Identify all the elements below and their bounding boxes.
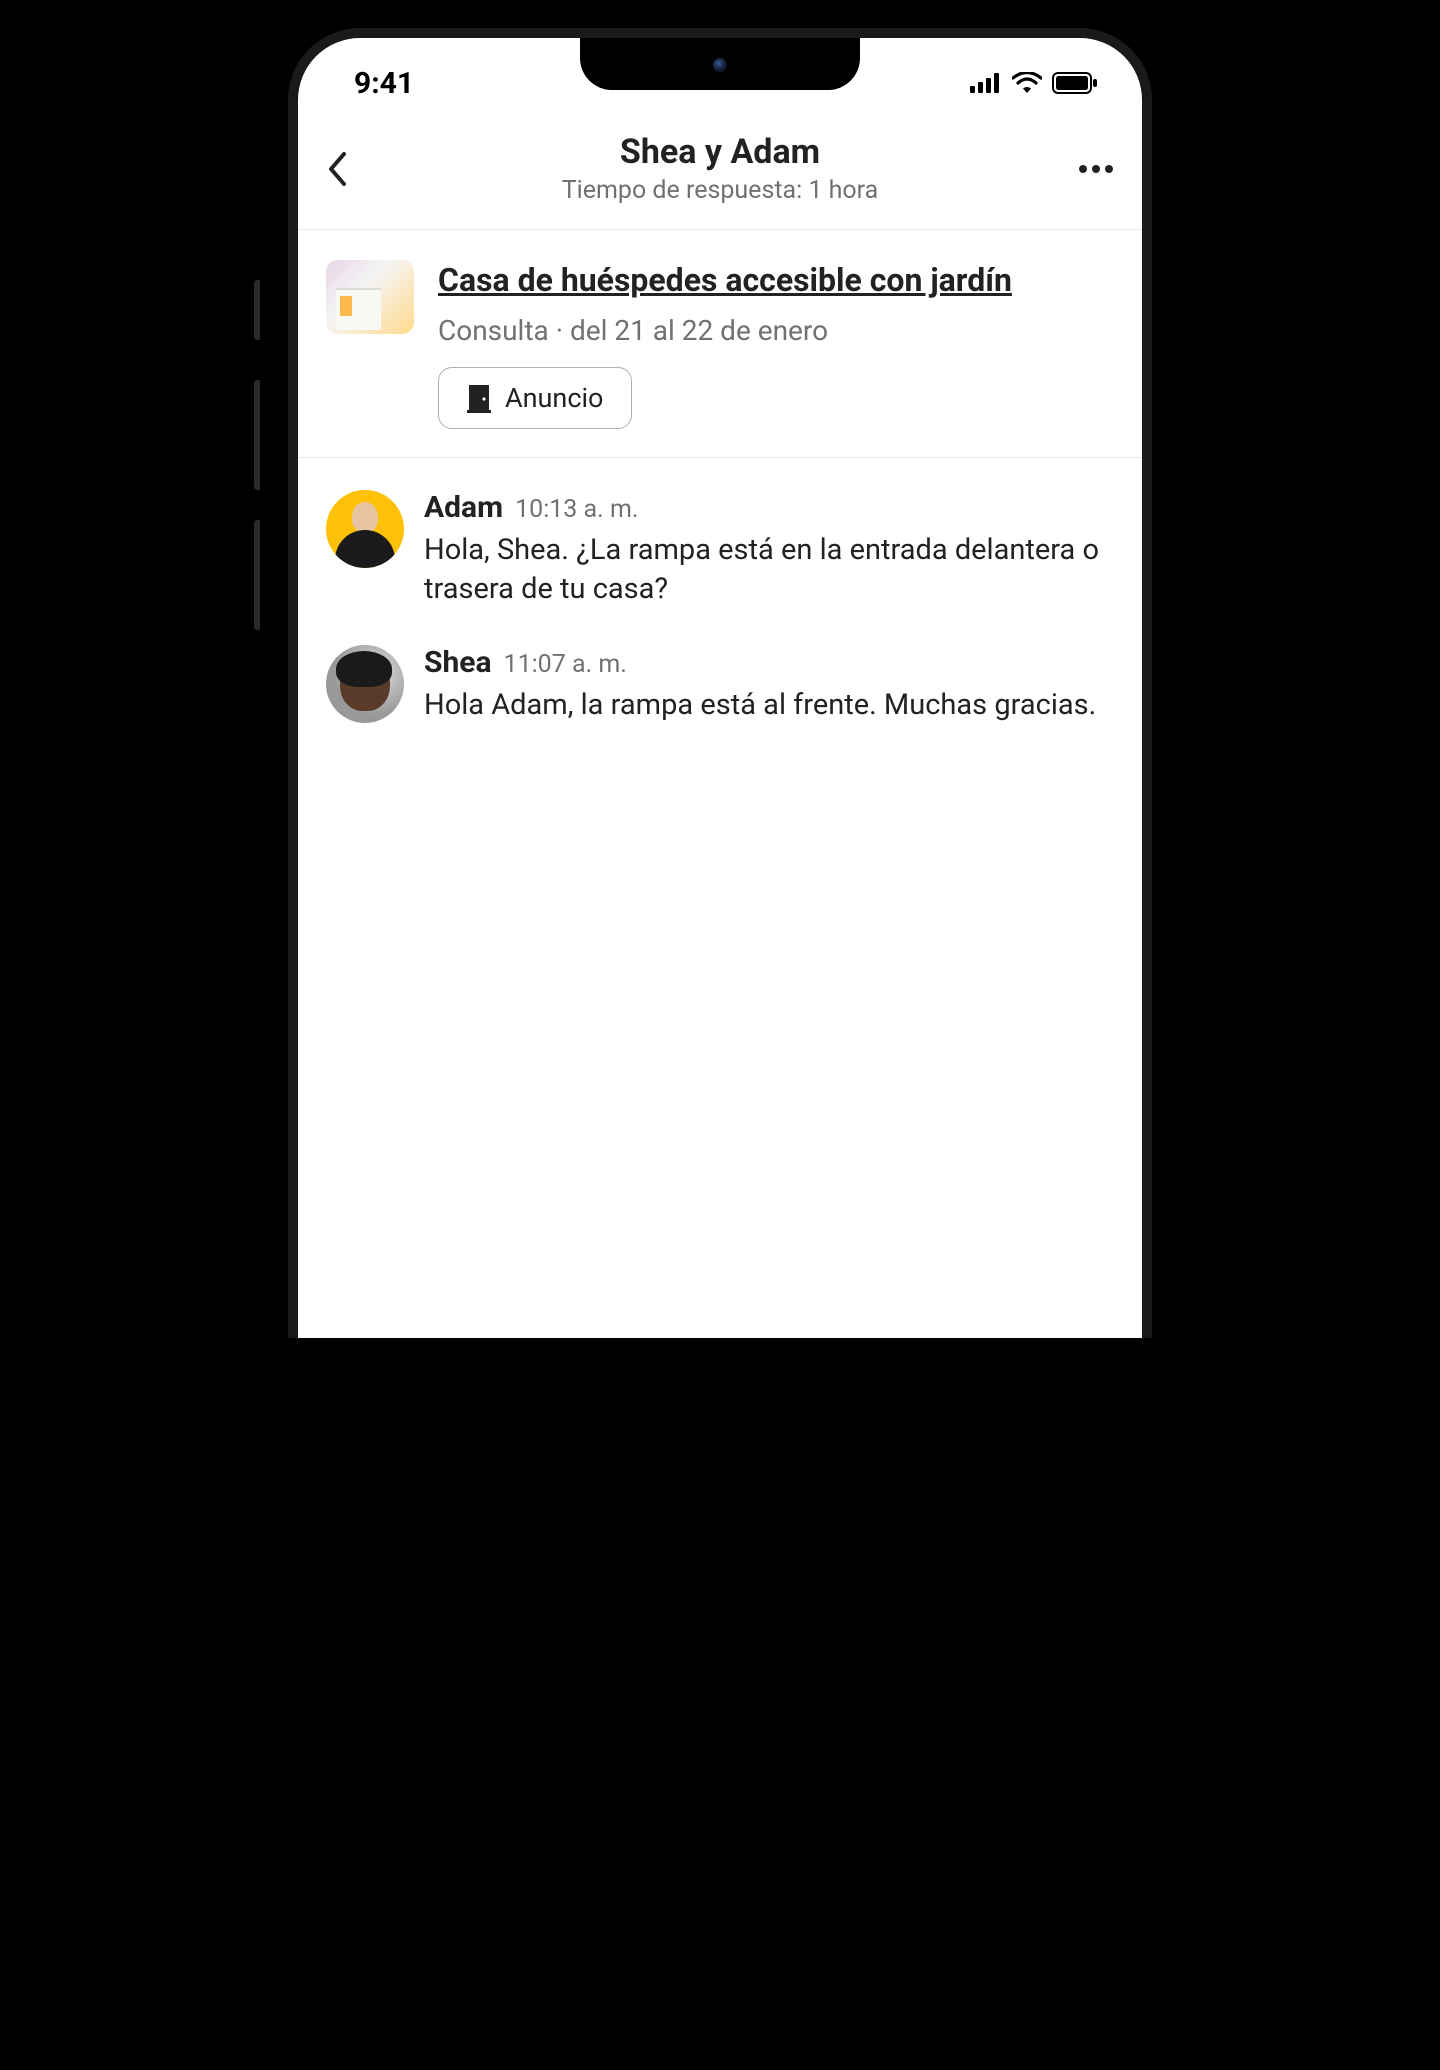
listing-meta: Consulta · del 21 al 22 de enero	[438, 314, 1114, 347]
message-text: Hola, Shea. ¿La rampa está en la entrada…	[424, 531, 1114, 609]
wifi-icon	[1012, 72, 1042, 94]
chevron-left-icon	[326, 151, 348, 187]
listing-thumbnail[interactable]	[326, 260, 414, 334]
message-item: Adam 10:13 a. m. Hola, Shea. ¿La rampa e…	[326, 490, 1114, 609]
phone-screen: 9:41	[298, 38, 1142, 1338]
conversation-header: Shea y Adam Tiempo de respuesta: 1 hora	[298, 116, 1142, 230]
more-horizontal-icon	[1078, 164, 1114, 174]
listing-title-link[interactable]: Casa de huéspedes accesible con jardín	[438, 260, 1114, 300]
message-item: Shea 11:07 a. m. Hola Adam, la rampa est…	[326, 645, 1114, 725]
phone-camera	[713, 58, 727, 72]
message-header: Shea 11:07 a. m.	[424, 645, 1114, 680]
phone-frame: 9:41	[260, 0, 1180, 1338]
phone-volume-up	[254, 380, 260, 490]
message-text: Hola Adam, la rampa está al frente. Much…	[424, 686, 1114, 725]
message-time: 10:13 a. m.	[515, 495, 638, 524]
message-time: 11:07 a. m.	[504, 650, 627, 679]
messages-list: Adam 10:13 a. m. Hola, Shea. ¿La rampa e…	[298, 458, 1142, 793]
status-time: 9:41	[354, 66, 414, 101]
listing-section: Casa de huéspedes accesible con jardín C…	[298, 230, 1142, 458]
cellular-icon	[970, 73, 1002, 93]
message-header: Adam 10:13 a. m.	[424, 490, 1114, 525]
header-subtitle: Tiempo de respuesta: 1 hora	[370, 176, 1070, 205]
more-options-button[interactable]	[1070, 147, 1114, 191]
back-button[interactable]	[326, 147, 370, 191]
message-content: Adam 10:13 a. m. Hola, Shea. ¿La rampa e…	[424, 490, 1114, 609]
battery-icon	[1052, 72, 1098, 94]
avatar-adam[interactable]	[326, 490, 404, 568]
listing-info: Casa de huéspedes accesible con jardín C…	[438, 260, 1114, 429]
listing-button[interactable]: Anuncio	[438, 367, 632, 429]
message-content: Shea 11:07 a. m. Hola Adam, la rampa est…	[424, 645, 1114, 725]
status-icons	[970, 72, 1098, 94]
door-icon	[467, 383, 491, 413]
avatar-shea[interactable]	[326, 645, 404, 723]
phone-volume-down	[254, 520, 260, 630]
header-title: Shea y Adam	[370, 132, 1070, 172]
message-sender: Adam	[424, 490, 503, 525]
listing-button-label: Anuncio	[505, 382, 603, 414]
phone-notch	[580, 38, 860, 90]
phone-inner-frame: 9:41	[288, 28, 1152, 1338]
message-sender: Shea	[424, 645, 492, 680]
header-center: Shea y Adam Tiempo de respuesta: 1 hora	[370, 132, 1070, 205]
phone-silence-switch	[254, 280, 260, 340]
